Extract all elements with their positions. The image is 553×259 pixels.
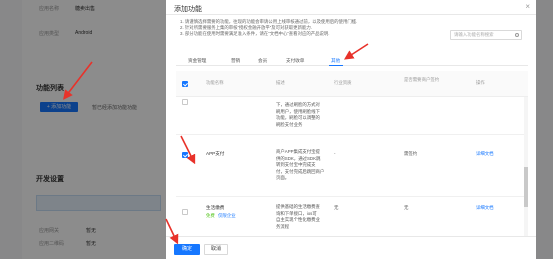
table-row: APP支付 商户APP集成支付宝提 供的SDK，通过SDK跳 转到支付宝中完成支…: [176, 135, 528, 197]
column-header-contract: 是否需要商户签约: [404, 77, 440, 82]
table-row: 下，通过刷脸的方式对 刷用户，使用刷脸线下 功能，刷脸可以调整的 刷脸支付业务: [176, 97, 528, 135]
search-icon[interactable]: [515, 33, 519, 37]
description-line: 页面。: [276, 175, 290, 181]
row-description: 提供基础的生活缴费查 询和下单接口，ios可 自主实现个性化缴费业 务流程: [276, 204, 332, 230]
select-all-checkbox[interactable]: [182, 81, 188, 87]
description-line: 下，通过刷脸的方式对: [276, 102, 320, 107]
feature-table: 功能名称 描述 行业资质 是否需要商户签约 操作 下，通过刷脸的方式对 刷用户，…: [176, 71, 528, 236]
row-tags: 免费 仅限企业: [206, 213, 236, 219]
row-contract: 无: [404, 205, 409, 210]
table-scrollbar[interactable]: [524, 97, 528, 236]
tag-free: 免费: [206, 213, 215, 218]
description-line: 提供基础的生活缴费查: [276, 204, 320, 209]
description-line: 商户APP集成支付宝提: [276, 149, 320, 154]
row-contract: 需签约: [404, 151, 418, 156]
column-header-qualification: 行业资质: [334, 80, 352, 85]
add-feature-modal: 添加功能 × 1. 请谨慎选择需要的功能，往现的功能会审请公用上线审核通过前，以…: [166, 0, 536, 259]
description-line: 务流程: [276, 223, 290, 229]
confirm-button[interactable]: 确定: [174, 244, 200, 255]
tab-member[interactable]: 会员: [258, 58, 267, 64]
tab-payment[interactable]: 支付收单: [286, 58, 304, 64]
row-description: 商户APP集成支付宝提 供的SDK，通过SDK跳 转到支付宝中完成支 付，支付完…: [276, 149, 332, 182]
row-name: APP支付: [206, 151, 225, 156]
row-qualification: 无: [334, 205, 339, 210]
modal-footer: 确定 取消: [166, 236, 536, 259]
row-checkbox[interactable]: [182, 99, 188, 105]
description-line: 自主实现个性化缴费业: [276, 217, 320, 223]
column-header-name: 功能名称: [206, 80, 224, 85]
description-line: 付，支付完成后跳回商户: [276, 168, 325, 174]
description-line: 功能，刷脸可以调整的: [276, 115, 320, 121]
table-header: 功能名称 描述 行业资质 是否需要商户签约 操作: [176, 71, 528, 97]
cancel-button[interactable]: 取消: [204, 244, 228, 255]
description-line: 转到支付宝中完成支: [276, 162, 316, 168]
close-icon[interactable]: ×: [525, 3, 530, 11]
row-checkbox[interactable]: [182, 152, 188, 158]
tab-marketing[interactable]: 营销: [231, 58, 240, 64]
row-doc-link[interactable]: 详细文档: [476, 151, 494, 158]
row-description: 下，通过刷脸的方式对 刷用户，使用刷脸线下 功能，刷脸可以调整的 刷脸支付业务: [276, 102, 332, 128]
column-header-action: 操作: [476, 80, 485, 85]
row-name: 生活缴费: [206, 205, 225, 210]
description-line: 刷脸支付业务: [276, 121, 303, 127]
tab-other[interactable]: 其他: [331, 58, 340, 64]
tag-enterprise-only: 仅限企业: [218, 213, 236, 218]
table-row: 生活缴费 免费 仅限企业 提供基础的生活缴费查 询和下单接口，ios可 自主实现…: [176, 197, 528, 236]
notice-text: 1. 请谨慎选择需要的功能，往现的功能会审请公用上线审核通过前，以及使用后的使用…: [180, 19, 357, 38]
modal-header: 添加功能 ×: [166, 0, 536, 15]
active-tab-indicator: [329, 65, 343, 66]
row-checkbox[interactable]: [182, 209, 188, 215]
row-doc-link[interactable]: 详细文档: [476, 205, 494, 212]
notice-line: 3. 部分功能在使用时需要满足准入条件，请在“文档中心”查看对应的产品说明.: [180, 31, 330, 37]
tab-fund-management[interactable]: 资金管理: [188, 58, 206, 64]
category-tabs: 资金管理 营销 会员 支付收单 其他: [176, 56, 528, 66]
row-qualification: -: [334, 151, 336, 156]
search-input[interactable]: 请输入功能名称搜索: [450, 30, 522, 40]
scrollbar-thumb[interactable]: [524, 167, 528, 207]
column-header-description: 描述: [276, 80, 285, 85]
modal-title: 添加功能: [174, 6, 202, 13]
